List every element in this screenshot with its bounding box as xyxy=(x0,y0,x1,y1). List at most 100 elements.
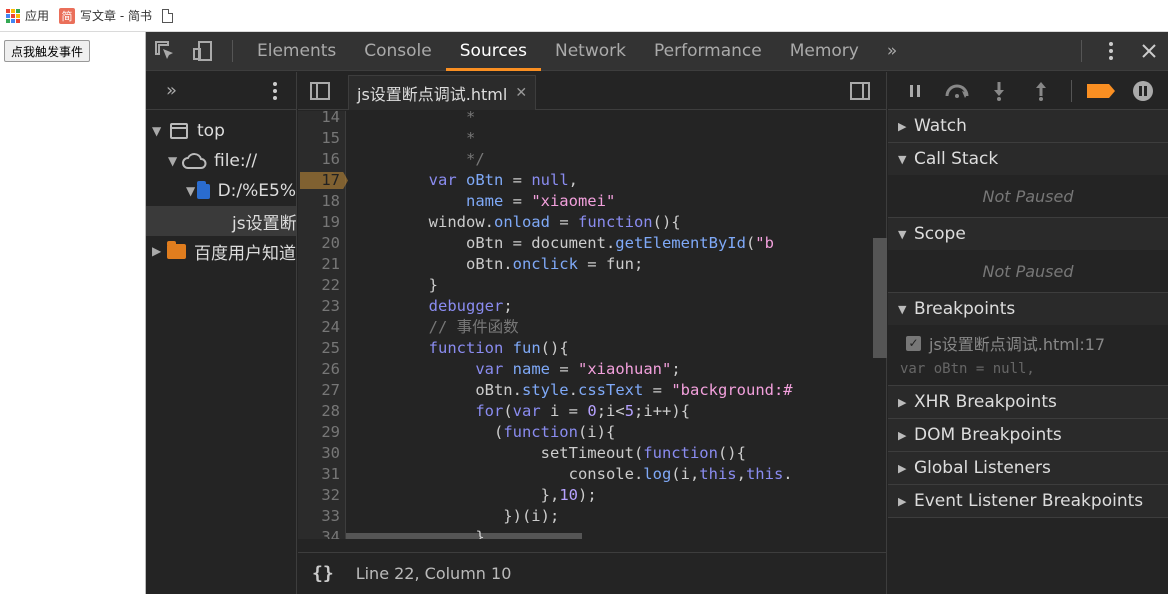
close-devtools-icon[interactable] xyxy=(1130,32,1168,71)
bookmark-page[interactable] xyxy=(161,8,173,23)
panel-right-icon xyxy=(850,82,870,100)
section-header-dom[interactable]: ▶ DOM Breakpoints xyxy=(888,419,1168,451)
section-header-global[interactable]: ▶ Global Listeners xyxy=(888,452,1168,484)
navigator-more-button[interactable]: » xyxy=(166,80,177,101)
code-line[interactable]: 29 (function(i){ xyxy=(298,422,887,443)
tab-performance[interactable]: Performance xyxy=(640,32,776,71)
line-number[interactable]: 26 xyxy=(298,359,340,380)
section-header-event[interactable]: ▶ Event Listener Breakpoints xyxy=(888,485,1168,517)
line-number[interactable]: 22 xyxy=(298,275,340,296)
line-content: function fun(){ xyxy=(428,339,569,357)
toggle-navigator-button[interactable] xyxy=(298,72,342,110)
toggle-debugger-button[interactable] xyxy=(838,72,882,110)
tab-console[interactable]: Console xyxy=(350,32,446,71)
code-line[interactable]: 23 debugger; xyxy=(298,296,887,317)
editor-tab-file[interactable]: js设置断点调试.html ✕ xyxy=(348,75,537,110)
line-content: } xyxy=(354,276,438,294)
code-line[interactable]: 24 // 事件函数 xyxy=(298,317,887,338)
deactivate-breakpoints-icon[interactable] xyxy=(1080,72,1122,110)
code-line[interactable]: 28 for(var i = 0;i<5;i++){ xyxy=(298,401,887,422)
code-line[interactable]: 27 oBtn.style.cssText = "background:# xyxy=(298,380,887,401)
tree-item-top[interactable]: ▼ top xyxy=(146,116,296,146)
tab-network[interactable]: Network xyxy=(541,32,640,71)
line-number[interactable]: 25 xyxy=(298,338,340,359)
step-into-icon[interactable] xyxy=(978,72,1020,110)
kebab-menu-icon[interactable] xyxy=(1092,32,1130,71)
tree-item-baidu[interactable]: ▶ 百度用户知道 xyxy=(146,236,296,266)
pretty-print-button[interactable]: {} xyxy=(312,563,334,584)
line-number[interactable]: 24 xyxy=(298,317,340,338)
tab-memory[interactable]: Memory xyxy=(776,32,873,71)
step-out-icon[interactable] xyxy=(1020,72,1062,110)
navigator-menu-icon[interactable] xyxy=(272,81,278,101)
expanded-arrow-icon: ▼ xyxy=(898,302,907,316)
folder-icon xyxy=(167,240,186,259)
section-header-xhr[interactable]: ▶ XHR Breakpoints xyxy=(888,386,1168,418)
section-header-watch[interactable]: ▶ Watch xyxy=(888,110,1168,142)
code-line[interactable]: 15 * xyxy=(298,128,887,149)
code-area[interactable]: 14 * 15 * 16 */17 var oBtn = null, 18 name … xyxy=(298,111,887,539)
toolbar-divider xyxy=(1062,72,1080,110)
code-line[interactable]: 33 })(i); xyxy=(298,506,887,527)
inspect-element-icon[interactable] xyxy=(146,32,184,71)
code-line[interactable]: 32 },10); xyxy=(298,485,887,506)
tree-item-file-origin[interactable]: ▼ file:// xyxy=(146,146,296,176)
breakpoint-checkbox[interactable]: ✓ xyxy=(906,335,921,351)
line-number[interactable]: 23 xyxy=(298,296,340,317)
code-line[interactable]: 20 oBtn = document.getElementById("b xyxy=(298,233,887,254)
code-line[interactable]: 16 */ xyxy=(298,149,887,170)
code-line[interactable]: 17 var oBtn = null, xyxy=(298,170,887,191)
line-number[interactable]: 30 xyxy=(298,443,340,464)
more-tabs-button[interactable]: » xyxy=(873,32,911,71)
line-number[interactable]: 18 xyxy=(298,191,340,212)
tab-elements[interactable]: Elements xyxy=(243,32,350,71)
code-line[interactable]: 26 var name = "xiaohuan"; xyxy=(298,359,887,380)
line-number[interactable]: 29 xyxy=(298,422,340,443)
section-header-scope[interactable]: ▼ Scope xyxy=(888,218,1168,250)
close-tab-icon[interactable]: ✕ xyxy=(515,85,527,101)
code-line[interactable]: 22 } xyxy=(298,275,887,296)
section-header-breakpoints[interactable]: ▼ Breakpoints xyxy=(888,293,1168,325)
line-number[interactable]: 14 xyxy=(298,111,340,128)
bookmark-apps[interactable]: 应用 xyxy=(6,7,49,24)
tree-item-folder-d[interactable]: ▼ D:/%E5% xyxy=(146,176,296,206)
step-over-icon[interactable] xyxy=(936,72,978,110)
pause-icon[interactable] xyxy=(894,72,936,110)
line-number[interactable]: 34 xyxy=(298,527,340,539)
code-line[interactable]: 31 console.log(i,this,this. xyxy=(298,464,887,485)
code-line[interactable]: 19 window.onload = function(){ xyxy=(298,212,887,233)
trigger-event-button[interactable]: 点我触发事件 xyxy=(4,40,91,62)
bookmark-jianshu[interactable]: 简 写文章 - 简书 xyxy=(59,7,152,24)
breakpoint-item[interactable]: ✓ js设置断点调试.html:17 var oBtn = null, xyxy=(888,325,1168,385)
line-number[interactable]: 19 xyxy=(298,212,340,233)
code-line[interactable]: 21 oBtn.onclick = fun; xyxy=(298,254,887,275)
toolbar-separator-right xyxy=(1081,40,1082,62)
line-number[interactable]: 28 xyxy=(298,401,340,422)
tab-sources[interactable]: Sources xyxy=(445,32,542,71)
cloud-icon xyxy=(182,153,207,169)
collapsed-arrow-icon: ▶ xyxy=(152,244,162,258)
section-title: Global Listeners xyxy=(914,458,1051,478)
code-line[interactable]: 34 } xyxy=(298,527,887,539)
device-toolbar-icon[interactable] xyxy=(184,32,222,71)
line-number[interactable]: 21 xyxy=(298,254,340,275)
tree-item-html-file[interactable]: js设置断点调试.html xyxy=(146,206,296,236)
code-line[interactable]: 30 setTimeout(function(){ xyxy=(298,443,887,464)
section-call-stack: ▼ Call Stack Not Paused xyxy=(888,143,1168,218)
line-number[interactable]: 15 xyxy=(298,128,340,149)
line-number[interactable]: 17 xyxy=(298,170,340,191)
line-number[interactable]: 33 xyxy=(298,506,340,527)
code-line[interactable]: 18 name = "xiaomei" xyxy=(298,191,887,212)
document-icon xyxy=(161,8,173,23)
line-number[interactable]: 20 xyxy=(298,233,340,254)
section-header-call-stack[interactable]: ▼ Call Stack xyxy=(888,143,1168,175)
line-number[interactable]: 27 xyxy=(298,380,340,401)
line-content: var oBtn = null, xyxy=(428,171,578,189)
line-number[interactable]: 31 xyxy=(298,464,340,485)
collapsed-arrow-icon: ▶ xyxy=(898,395,907,409)
line-number[interactable]: 16 xyxy=(298,149,340,170)
code-line[interactable]: 25 function fun(){ xyxy=(298,338,887,359)
code-line[interactable]: 14 * xyxy=(298,111,887,128)
pause-on-exceptions-icon[interactable] xyxy=(1122,72,1164,110)
line-number[interactable]: 32 xyxy=(298,485,340,506)
